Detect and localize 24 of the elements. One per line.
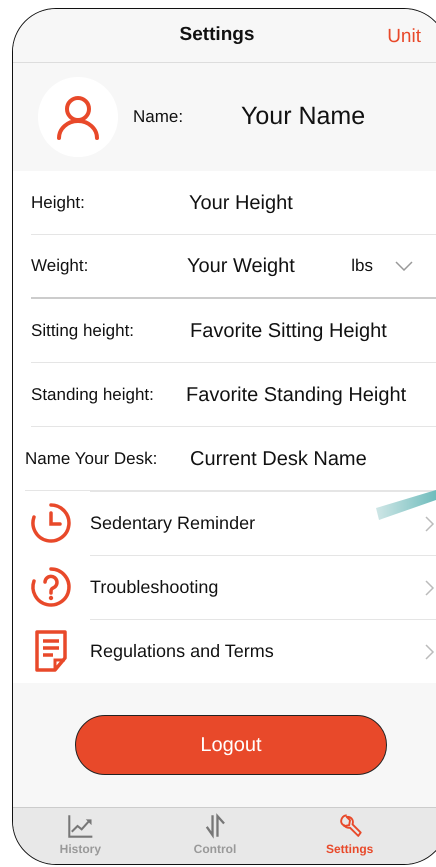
chevron-right-icon [425,580,435,596]
menu-item[interactable]: Troubleshooting [90,555,436,619]
field-label: Sitting height: [31,320,136,342]
input-field[interactable]: Current Desk Name [190,444,367,474]
person-icon [55,94,101,140]
name-label: Name: [133,106,184,128]
input-field[interactable]: Your Height [189,188,293,218]
question-icon [29,565,73,609]
chevron-right-icon [425,644,435,660]
unit-button[interactable]: Unit [387,23,421,52]
field-label: Standing height: [31,384,155,406]
clock-icon [29,501,73,545]
field-label: Height: [31,192,86,214]
input-field[interactable]: Favorite Standing Height [186,380,406,410]
weight-field[interactable]: Your Weight [187,251,295,281]
name-value[interactable]: Your Name [241,98,366,136]
field-label: Weight: [31,255,90,278]
chevron-down-icon[interactable] [395,261,413,271]
chevron-right-icon [425,516,435,532]
input-field[interactable]: Favorite Sitting Height [190,316,387,346]
unit-dropdown[interactable]: lbs [351,253,373,279]
logout-button[interactable]: Logout [75,715,387,775]
field-label: Name Your Desk: [25,448,158,470]
screen-title: Settings [180,23,254,48]
